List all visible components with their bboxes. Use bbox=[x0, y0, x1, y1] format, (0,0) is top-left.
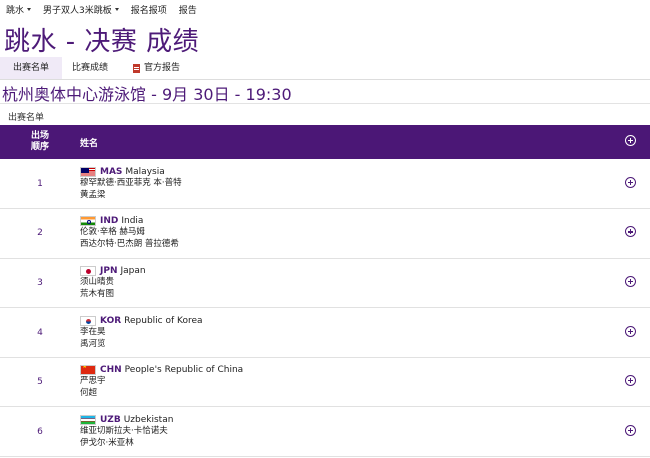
tab-official-report-label: 官方报告 bbox=[144, 63, 181, 73]
tab-official-report[interactable]: 官方报告 bbox=[133, 57, 180, 79]
athlete-name[interactable]: 穆罕默德·西亚菲克 本·普特 bbox=[80, 177, 610, 189]
plus-circle-icon[interactable] bbox=[624, 325, 636, 337]
athlete-name[interactable]: 西达尔特·巴杰朗 普拉德希 bbox=[80, 238, 610, 250]
table-row: 6 UZB Uzbekistan 维亚切斯拉夫·卡恰诺夫 伊戈尔·米亚林 bbox=[0, 407, 650, 457]
athlete-name[interactable]: 伦敦·辛格 赫马姆 bbox=[80, 226, 610, 238]
country: KOR Republic of Korea bbox=[80, 315, 610, 326]
country-code[interactable]: UZB bbox=[100, 415, 121, 425]
start-order: 5 bbox=[37, 377, 43, 388]
plus-circle-icon[interactable] bbox=[624, 176, 636, 188]
country-code[interactable]: MAS bbox=[100, 167, 122, 177]
plus-circle-icon[interactable] bbox=[624, 135, 636, 146]
nav-sport-label: 跳水 bbox=[6, 5, 25, 16]
tab-results[interactable]: 比赛成绩 bbox=[72, 57, 108, 79]
start-order: 1 bbox=[37, 178, 43, 189]
expand-cell[interactable] bbox=[610, 209, 650, 259]
country: IND India bbox=[80, 216, 610, 227]
start-order: 4 bbox=[37, 327, 43, 338]
header-expand[interactable] bbox=[610, 125, 650, 159]
nav-reports-link[interactable]: 报告 bbox=[179, 3, 197, 16]
flag-icon bbox=[80, 414, 96, 425]
team-cell: KOR Republic of Korea 李在昊 禹河览 bbox=[80, 308, 610, 358]
country-name: Malaysia bbox=[125, 166, 165, 177]
divider bbox=[0, 103, 650, 104]
country-code[interactable]: CHN bbox=[100, 365, 122, 375]
country: CHNPeople's Republic of China bbox=[80, 365, 610, 376]
plus-circle-icon[interactable] bbox=[624, 375, 636, 387]
team-cell: IND India 伦敦·辛格 赫马姆 西达尔特·巴杰朗 普拉德希 bbox=[80, 209, 610, 259]
athlete-name[interactable]: 荒木有图 bbox=[80, 288, 610, 300]
country-name: People's Republic of China bbox=[124, 365, 244, 376]
athlete-name[interactable]: 伊戈尔·米亚林 bbox=[80, 437, 610, 449]
plus-circle-icon[interactable] bbox=[624, 424, 636, 436]
section-title: 出赛名单 bbox=[8, 113, 45, 123]
athlete-name[interactable]: 严思宇 bbox=[80, 375, 610, 387]
start-order: 2 bbox=[37, 228, 43, 239]
plus-circle-icon[interactable] bbox=[624, 226, 636, 238]
start-order: 3 bbox=[37, 277, 43, 288]
table-row: 5 CHNPeople's Republic of China严思宇何超 bbox=[0, 357, 650, 407]
table-header-row: 出场 顺序 姓名 bbox=[0, 125, 650, 159]
country: UZB Uzbekistan bbox=[80, 414, 610, 425]
table-row: 3 JPN Japan 须山晴贵 荒木有图 bbox=[0, 258, 650, 308]
pdf-icon bbox=[133, 63, 140, 73]
athlete-name[interactable]: 何超 bbox=[80, 387, 610, 399]
table-row: 4 KOR Republic of Korea 李在昊 禹河览 bbox=[0, 308, 650, 358]
header-order: 出场 顺序 bbox=[0, 125, 80, 159]
country-code[interactable]: KOR bbox=[100, 316, 121, 326]
expand-cell[interactable] bbox=[610, 159, 650, 209]
nav-event-dropdown[interactable]: 男子双人3米跳板 bbox=[43, 3, 119, 16]
team-cell: MAS Malaysia 穆罕默德·西亚菲克 本·普特 黄孟梁 bbox=[80, 159, 610, 209]
athlete-name[interactable]: 黄孟梁 bbox=[80, 189, 610, 201]
tab-bar: 出赛名单 比赛成绩 官方报告 bbox=[0, 57, 650, 80]
country: JPN Japan bbox=[80, 265, 610, 276]
flag-icon bbox=[80, 315, 96, 326]
plus-circle-icon[interactable] bbox=[624, 275, 636, 287]
expand-cell[interactable] bbox=[610, 258, 650, 308]
start-order: 6 bbox=[37, 426, 43, 437]
athlete-name[interactable]: 禹河览 bbox=[80, 338, 610, 350]
venue-datetime: 杭州奥体中心游泳馆 - 9月 30日 - 19:30 bbox=[2, 85, 292, 104]
table-row: 1 MAS Malaysia 穆罕默德·西亚菲克 本·普特 黄孟梁 bbox=[0, 159, 650, 209]
chevron-down-icon bbox=[27, 7, 32, 11]
nav-sport-dropdown[interactable]: 跳水 bbox=[6, 3, 32, 16]
team-cell: UZB Uzbekistan 维亚切斯拉夫·卡恰诺夫 伊戈尔·米亚林 bbox=[80, 407, 610, 457]
team-cell: CHNPeople's Republic of China严思宇何超 bbox=[80, 357, 610, 407]
expand-cell[interactable] bbox=[610, 357, 650, 407]
header-order-line1: 出场 bbox=[30, 131, 49, 141]
page-title: 跳水 - 决赛 成绩 bbox=[4, 27, 200, 57]
nav-entries-link[interactable]: 报名报项 bbox=[131, 3, 167, 16]
flag-icon bbox=[80, 216, 96, 227]
chevron-down-icon bbox=[114, 7, 119, 11]
table-row: 2 IND India 伦敦·辛格 赫马姆 西达尔特·巴杰朗 普拉德希 bbox=[0, 209, 650, 259]
athlete-name[interactable]: 李在昊 bbox=[80, 326, 610, 338]
tab-start-list[interactable]: 出赛名单 bbox=[0, 57, 62, 79]
flag-icon bbox=[80, 166, 96, 177]
country: MAS Malaysia bbox=[80, 166, 610, 177]
header-order-line2: 顺序 bbox=[30, 142, 49, 152]
team-cell: JPN Japan 须山晴贵 荒木有图 bbox=[80, 258, 610, 308]
start-list-table: 出场 顺序 姓名 1 MAS Malaysia 穆罕默德·西亚菲克 本·普特 黄孟梁 2 I… bbox=[0, 125, 650, 457]
top-nav: 跳水 男子双人3米跳板 报名报项 报告 bbox=[0, 0, 650, 18]
country-name: India bbox=[121, 216, 144, 227]
expand-cell[interactable] bbox=[610, 407, 650, 457]
country-code[interactable]: IND bbox=[100, 216, 118, 226]
expand-cell[interactable] bbox=[610, 308, 650, 358]
country-name: Republic of Korea bbox=[124, 315, 203, 326]
athlete-name[interactable]: 须山晴贵 bbox=[80, 276, 610, 288]
nav-event-label: 男子双人3米跳板 bbox=[43, 5, 112, 16]
flag-icon bbox=[80, 365, 96, 376]
flag-icon bbox=[80, 265, 96, 276]
country-code[interactable]: JPN bbox=[100, 266, 117, 276]
athlete-name[interactable]: 维亚切斯拉夫·卡恰诺夫 bbox=[80, 425, 610, 437]
country-name: Japan bbox=[120, 265, 146, 276]
header-name: 姓名 bbox=[80, 138, 99, 149]
country-name: Uzbekistan bbox=[123, 414, 174, 425]
